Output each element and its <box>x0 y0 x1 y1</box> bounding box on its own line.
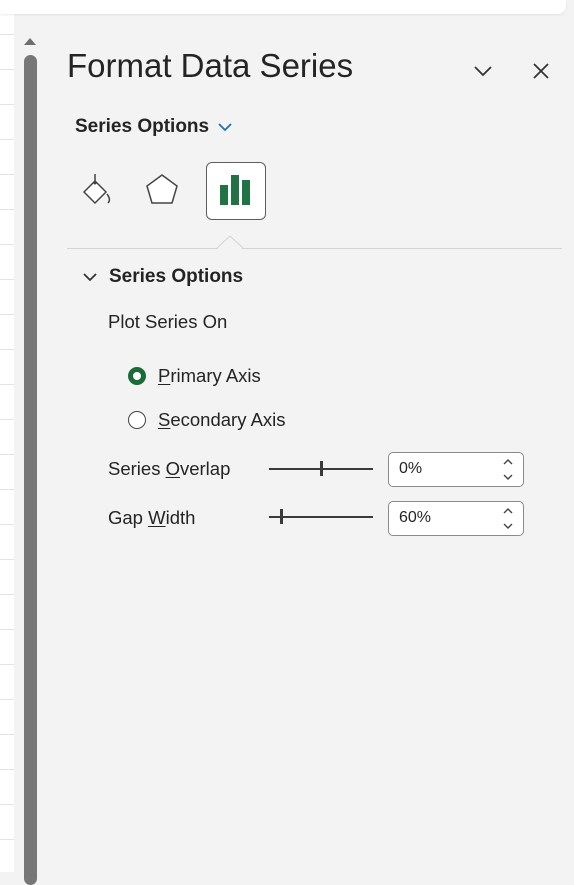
spin-down-icon[interactable] <box>501 472 515 482</box>
pentagon-icon <box>146 174 178 204</box>
series-overlap-slider[interactable] <box>269 459 373 479</box>
pane-title: Format Data Series <box>67 47 354 84</box>
scroll-up-arrow-icon[interactable] <box>24 38 36 45</box>
chevron-down-icon <box>218 123 232 132</box>
bar-chart-icon <box>220 175 250 205</box>
radio-checked-icon[interactable] <box>128 367 146 385</box>
series-options-dropdown[interactable]: Series Options <box>75 116 233 138</box>
radio-unchecked-icon[interactable] <box>128 411 146 429</box>
gap-width-input[interactable] <box>399 509 489 527</box>
spin-up-icon[interactable] <box>501 457 515 467</box>
chevron-down-icon <box>83 273 97 282</box>
selected-tab-pointer <box>217 235 243 249</box>
section-title: Series Options <box>109 266 244 287</box>
ribbon-edge <box>0 0 566 14</box>
slider-thumb[interactable] <box>280 509 283 524</box>
paint-bucket-icon <box>82 174 111 205</box>
tab-divider <box>67 248 562 249</box>
gap-width-label: Gap Width <box>108 507 196 528</box>
series-overlap-input[interactable] <box>399 460 489 478</box>
gap-width-spinbox[interactable] <box>388 501 524 536</box>
worksheet-edge <box>0 0 14 872</box>
plot-series-on-label: Plot Series On <box>108 311 228 332</box>
tab-effects[interactable] <box>144 170 190 216</box>
scrollbar-thumb[interactable] <box>24 55 37 885</box>
tab-series-options[interactable] <box>206 162 266 220</box>
slider-thumb[interactable] <box>320 461 323 476</box>
spin-up-icon[interactable] <box>501 506 515 516</box>
series-overlap-spinbox[interactable] <box>388 452 524 487</box>
tab-fill-line[interactable] <box>76 170 122 216</box>
series-options-section-header[interactable]: Series Options <box>83 266 243 288</box>
format-tabs <box>76 160 276 230</box>
close-icon[interactable] <box>528 58 554 84</box>
spin-down-icon[interactable] <box>501 521 515 531</box>
gap-width-slider[interactable] <box>269 507 373 527</box>
series-options-dropdown-label: Series Options <box>75 116 210 137</box>
series-overlap-label: Series Overlap <box>108 458 231 479</box>
secondary-axis-label: Secondary Axis <box>158 409 286 430</box>
task-pane-options-chevron-icon[interactable] <box>470 58 496 84</box>
primary-axis-label: Primary Axis <box>158 365 261 386</box>
secondary-axis-radio[interactable]: Secondary Axis <box>128 409 286 431</box>
primary-axis-radio[interactable]: Primary Axis <box>128 365 261 387</box>
slider-track <box>269 516 373 518</box>
